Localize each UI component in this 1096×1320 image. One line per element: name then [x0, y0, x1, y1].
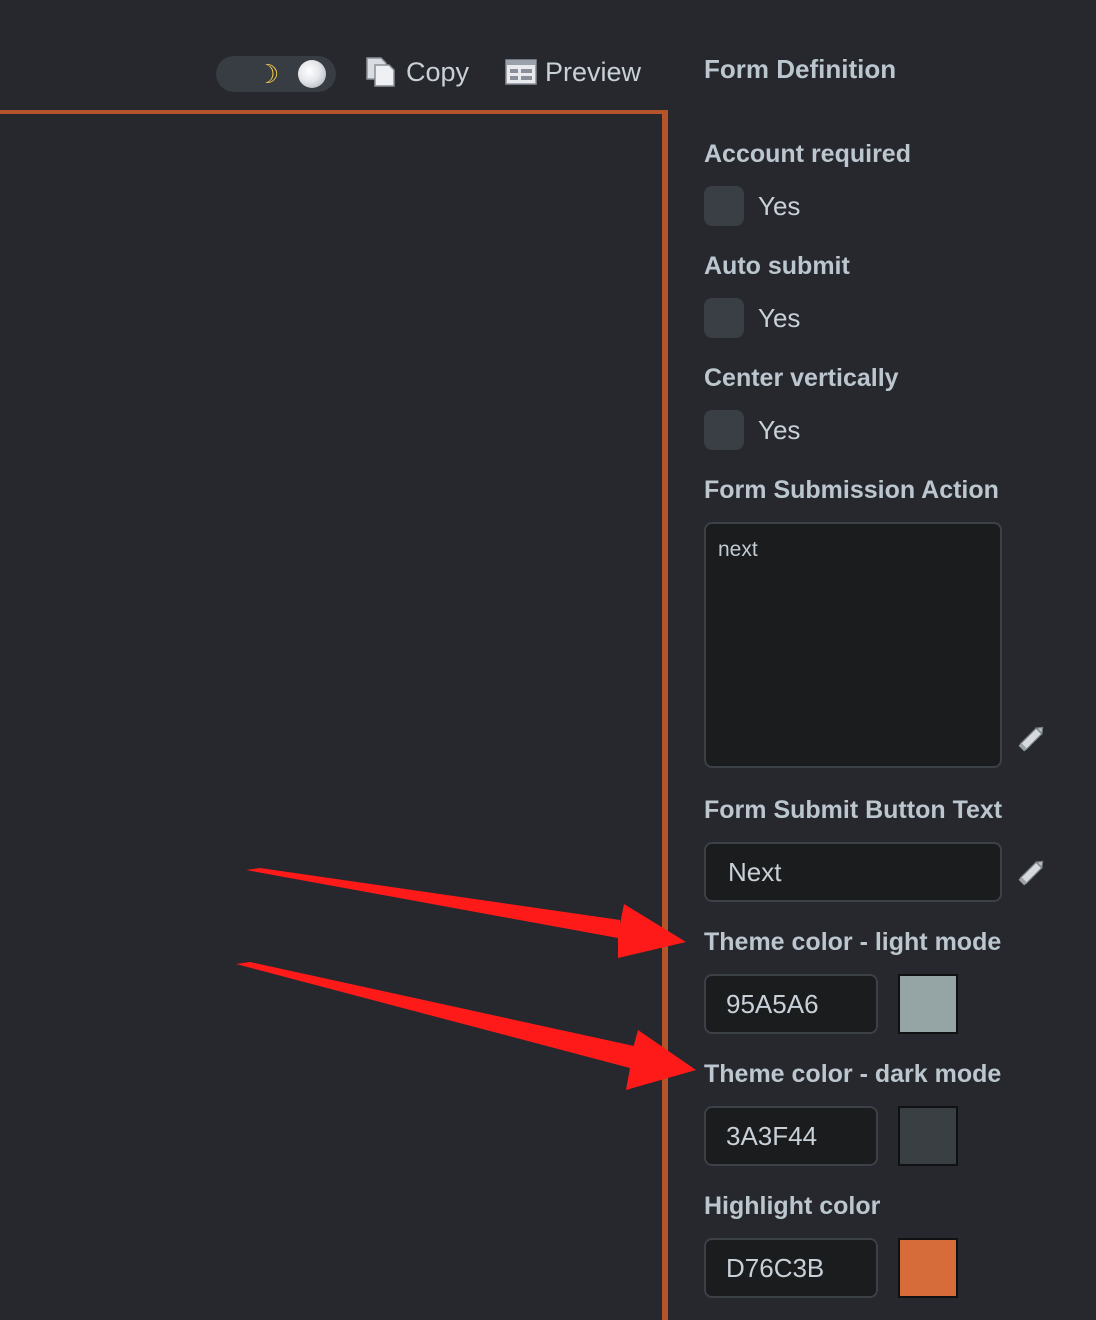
edit-submission-action-pencil-icon[interactable]: [1016, 722, 1048, 754]
theme-dark-swatch[interactable]: [898, 1106, 958, 1166]
preview-label: Preview: [545, 56, 642, 87]
edit-submit-button-text-pencil-icon[interactable]: [1016, 856, 1048, 888]
form-canvas[interactable]: [0, 110, 668, 1320]
auto-submit-checkbox[interactable]: [704, 298, 744, 338]
highlight-swatch[interactable]: [898, 1238, 958, 1298]
panel-title: Form Definition: [704, 54, 897, 84]
center-vertically-option[interactable]: Yes: [704, 410, 800, 450]
account-required-label: Account required: [704, 140, 911, 168]
theme-light-input[interactable]: 95A5A6: [704, 974, 878, 1034]
submission-action-label: Form Submission Action: [704, 476, 999, 504]
center-vertically-yes-label: Yes: [758, 414, 801, 445]
theme-light-swatch[interactable]: [898, 974, 958, 1034]
preview-icon: [505, 59, 537, 85]
auto-submit-option[interactable]: Yes: [704, 298, 800, 338]
submission-action-textarea[interactable]: next: [704, 522, 1002, 768]
center-vertically-checkbox[interactable]: [704, 410, 744, 450]
theme-light-label: Theme color - light mode: [704, 928, 1002, 956]
theme-toggle[interactable]: ☽: [216, 56, 336, 92]
account-required-yes-label: Yes: [758, 190, 801, 221]
submit-button-text-input[interactable]: Next: [704, 842, 1002, 902]
account-required-checkbox[interactable]: [704, 186, 744, 226]
moon-icon: ☽: [256, 59, 280, 89]
sun-icon: [298, 60, 326, 88]
highlight-label: Highlight color: [704, 1192, 881, 1220]
theme-dark-label: Theme color - dark mode: [704, 1060, 1002, 1088]
preview-button[interactable]: Preview: [505, 50, 641, 94]
copy-label: Copy: [406, 56, 470, 87]
copy-icon: [366, 57, 395, 87]
auto-submit-yes-label: Yes: [758, 302, 801, 333]
form-definition-panel: Account required Yes Auto submit Yes Cen…: [676, 110, 1096, 1314]
copy-button[interactable]: Copy: [364, 50, 469, 94]
auto-submit-label: Auto submit: [704, 252, 850, 280]
theme-dark-input[interactable]: 3A3F44: [704, 1106, 878, 1166]
top-toolbar: ☽ Copy Preview Form Definition: [0, 0, 1096, 110]
highlight-input[interactable]: D76C3B: [704, 1238, 878, 1298]
center-vertically-label: Center vertically: [704, 364, 899, 392]
submit-button-text-label: Form Submit Button Text: [704, 796, 1003, 824]
account-required-option[interactable]: Yes: [704, 186, 800, 226]
